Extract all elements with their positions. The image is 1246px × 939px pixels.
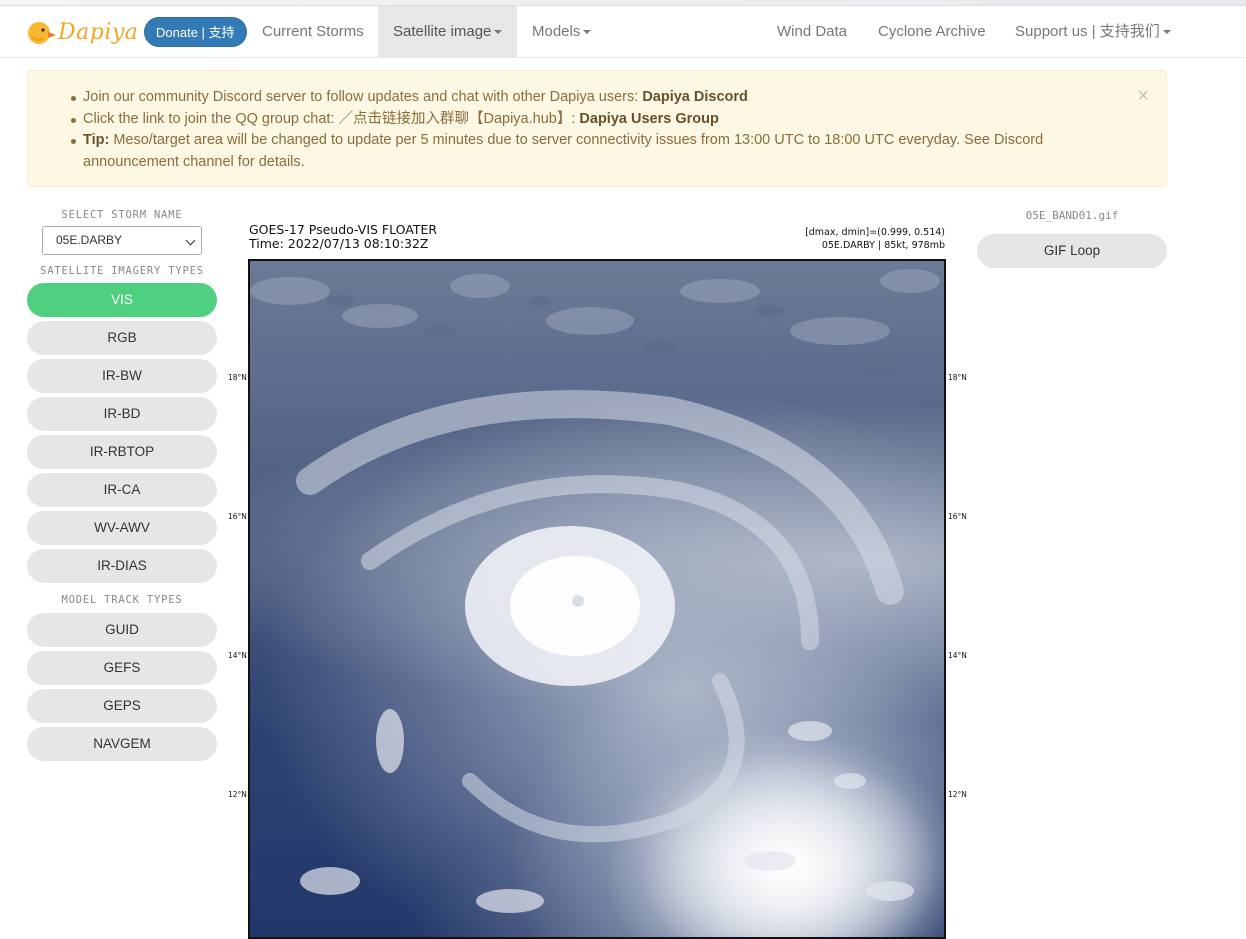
imagery-btn-ir-rbtop[interactable]: IR-RBTOP bbox=[27, 435, 217, 469]
model-btn-navgem[interactable]: NAVGEM bbox=[27, 727, 217, 761]
storm-select-title: SELECT STORM NAME bbox=[61, 209, 183, 221]
gif-filename: 05E_BAND01.gif bbox=[1025, 209, 1119, 222]
figure-title: GOES-17 Pseudo-VIS FLOATER Time: 2022/07… bbox=[249, 223, 437, 251]
top-navbar: Dapiya Donate | 支持 Current Storms Satell… bbox=[0, 6, 1246, 58]
lat-label-right-12: 12°N bbox=[948, 790, 967, 799]
lat-label-left-12: 12°N bbox=[228, 790, 247, 799]
caret-down-icon bbox=[583, 30, 592, 35]
gif-loop-button[interactable]: GIF Loop bbox=[977, 234, 1167, 268]
chevron-down-icon bbox=[185, 235, 196, 246]
nav-cyclone-archive-label: Cyclone Archive bbox=[878, 23, 986, 40]
announcement-qq-text: Click the link to join the QQ group chat… bbox=[83, 110, 580, 127]
qq-group-link[interactable]: Dapiya Users Group bbox=[579, 111, 718, 127]
announcement-discord: Join our community Discord server to fol… bbox=[71, 87, 1123, 109]
nav-support-us-label: Support us | 支持我们 bbox=[1015, 23, 1160, 40]
nav-models-dropdown[interactable]: Models bbox=[517, 6, 606, 58]
announcement-list: Join our community Discord server to fol… bbox=[71, 87, 1123, 173]
nav-current-storms[interactable]: Current Storms bbox=[247, 6, 379, 58]
storm-select-dropdown[interactable]: 05E.DARBY bbox=[42, 226, 202, 255]
brand-logo-link[interactable]: Dapiya bbox=[26, 16, 138, 48]
model-btn-geps[interactable]: GEPS bbox=[27, 689, 217, 723]
imagery-btn-ir-dias[interactable]: IR-DIAS bbox=[27, 549, 217, 583]
duck-logo-icon bbox=[26, 17, 56, 47]
brand-name: Dapiya bbox=[58, 19, 139, 45]
imagery-btn-rgb[interactable]: RGB bbox=[27, 321, 217, 355]
imagery-btn-ir-ca[interactable]: IR-CA bbox=[27, 473, 217, 507]
close-icon[interactable]: × bbox=[1137, 85, 1149, 108]
figure-time: Time: 2022/07/13 08:10:32Z bbox=[249, 236, 429, 251]
model-track-types-title: MODEL TRACK TYPES bbox=[61, 594, 183, 606]
nav-current-storms-label: Current Storms bbox=[262, 23, 364, 40]
tip-label: Tip: bbox=[83, 132, 110, 148]
caret-down-icon bbox=[1162, 30, 1171, 35]
lat-label-right-18: 18°N bbox=[948, 373, 967, 382]
announcement-alert: Join our community Discord server to fol… bbox=[27, 70, 1167, 187]
lat-label-right-14: 14°N bbox=[948, 651, 967, 660]
imagery-btn-wv-awv[interactable]: WV-AWV bbox=[27, 511, 217, 545]
satellite-cloud-illustration bbox=[250, 269, 940, 913]
figure-title-line1: GOES-17 Pseudo-VIS FLOATER bbox=[249, 222, 438, 237]
nav-wind-data-label: Wind Data bbox=[777, 23, 848, 40]
announcement-qq: Click the link to join the QQ group chat… bbox=[71, 109, 1123, 131]
donate-button[interactable]: Donate | 支持 bbox=[144, 17, 247, 47]
caret-down-icon bbox=[494, 30, 503, 35]
satellite-image[interactable] bbox=[248, 259, 946, 939]
model-btn-guid[interactable]: GUID bbox=[27, 613, 217, 647]
model-btn-gefs[interactable]: GEFS bbox=[27, 651, 217, 685]
imagery-btn-ir-bd[interactable]: IR-BD bbox=[27, 397, 217, 431]
nav-wind-data[interactable]: Wind Data bbox=[762, 6, 862, 58]
tip-text: Meso/target area will be changed to upda… bbox=[83, 132, 1044, 170]
nav-models-label: Models bbox=[532, 23, 581, 40]
discord-link[interactable]: Dapiya Discord bbox=[642, 89, 748, 105]
announcement-tip: Tip: Meso/target area will be changed to… bbox=[71, 130, 1123, 173]
figure-storm-intensity: 05E.DARBY | 85kt, 978mb bbox=[821, 239, 945, 251]
nav-cyclone-archive[interactable]: Cyclone Archive bbox=[863, 6, 1001, 58]
lat-label-right-16: 16°N bbox=[948, 512, 967, 521]
figure-meta: [dmax, dmin]=(0.999, 0.514) 05E.DARBY | … bbox=[700, 227, 945, 252]
figure-dmax-dmin: [dmax, dmin]=(0.999, 0.514) bbox=[805, 227, 945, 238]
imagery-types-title: SATELLITE IMAGERY TYPES bbox=[40, 265, 204, 277]
imagery-btn-ir-bw[interactable]: IR-BW bbox=[27, 359, 217, 393]
lat-label-left-18: 18°N bbox=[228, 373, 247, 382]
imagery-btn-vis[interactable]: VIS bbox=[27, 283, 217, 317]
announcement-discord-text: Join our community Discord server to fol… bbox=[83, 89, 643, 105]
nav-satellite-image-label: Satellite image bbox=[393, 23, 492, 40]
lat-label-left-16: 16°N bbox=[228, 512, 247, 521]
storm-select-value: 05E.DARBY bbox=[56, 233, 123, 247]
nav-support-us-dropdown[interactable]: Support us | 支持我们 bbox=[1000, 6, 1186, 58]
lat-label-left-14: 14°N bbox=[228, 651, 247, 660]
nav-satellite-image-dropdown[interactable]: Satellite image bbox=[378, 6, 518, 58]
